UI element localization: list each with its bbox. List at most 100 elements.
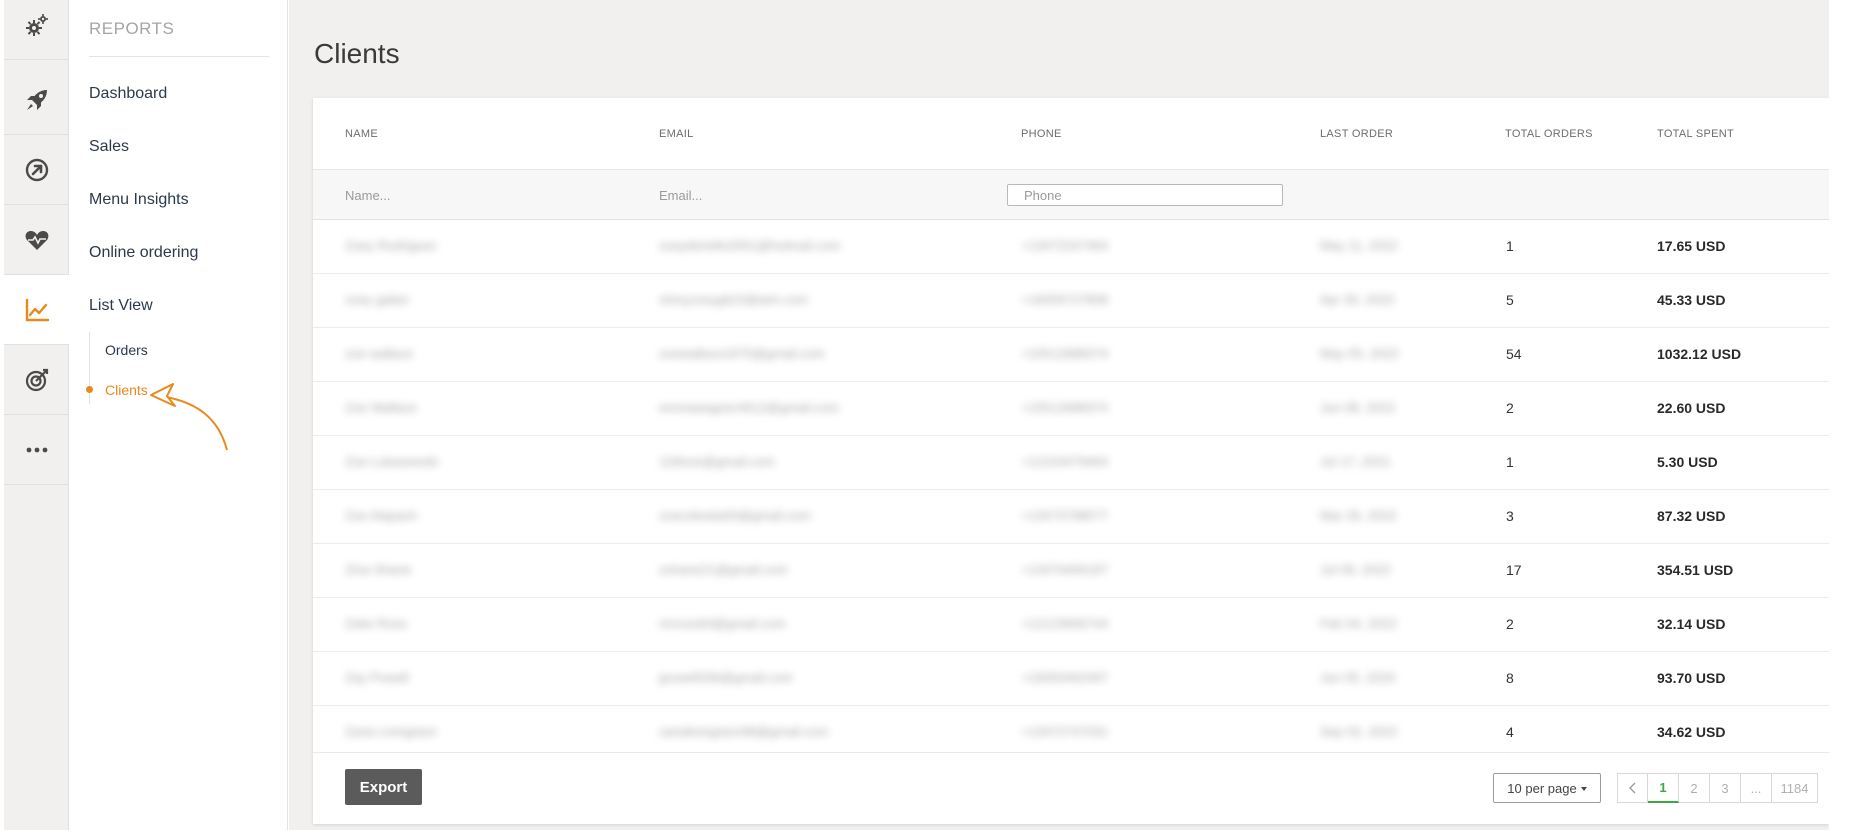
cell-total-orders: 1 bbox=[1506, 238, 1514, 254]
cell-email: jpowell336@gmail.com bbox=[659, 670, 793, 685]
prev-page-button[interactable] bbox=[1617, 773, 1648, 803]
icon-rail bbox=[4, 0, 69, 830]
cell-email: mrross64@gmail.com bbox=[659, 616, 786, 631]
cell-last-order: Apr 30, 2022 bbox=[1320, 292, 1395, 307]
cell-last-order: May 11, 2022 bbox=[1320, 238, 1398, 253]
phone-filter-input[interactable] bbox=[1007, 184, 1283, 206]
cell-total-spent: 354.51 USD bbox=[1657, 562, 1734, 578]
window-bottom-edge bbox=[0, 830, 1849, 837]
rail-item-settings[interactable] bbox=[4, 0, 69, 60]
table-row[interactable]: Zay Powell jpowell336@gmail.com +1609346… bbox=[313, 652, 1829, 706]
page-button-1[interactable]: 1 bbox=[1648, 773, 1679, 803]
cell-last-order: Mar 26, 2022 bbox=[1320, 508, 1397, 523]
cell-total-orders: 2 bbox=[1506, 616, 1514, 632]
nav-link-list-view[interactable]: List View bbox=[89, 297, 153, 315]
nav-link-sales[interactable]: Sales bbox=[89, 138, 129, 156]
cell-last-order: Sep 02, 2022 bbox=[1320, 724, 1398, 739]
rail-item-reports[interactable] bbox=[4, 275, 69, 345]
page-button-2[interactable]: 2 bbox=[1679, 773, 1710, 803]
nav-link-online-ordering[interactable]: Online ordering bbox=[89, 244, 198, 262]
table-row[interactable]: zoey gaber shinyzoeygb23@aim.com +160597… bbox=[313, 274, 1829, 328]
table-row[interactable]: Zeke Ross mrross64@gmail.com +1212360674… bbox=[313, 598, 1829, 652]
per-page-select[interactable]: 10 per page bbox=[1493, 773, 1601, 803]
cell-phone: +13472247464 bbox=[1021, 238, 1109, 253]
cell-email: zshane21@gmail.com bbox=[659, 562, 788, 577]
page-button-last[interactable]: 1184 bbox=[1772, 773, 1818, 803]
target-icon bbox=[25, 368, 48, 391]
nav-link-menu-insights[interactable]: Menu Insights bbox=[89, 191, 189, 209]
subnav-divider bbox=[89, 56, 269, 57]
cell-total-spent: 5.30 USD bbox=[1657, 454, 1718, 470]
page-button-3[interactable]: 3 bbox=[1710, 773, 1741, 803]
table-footer: Export 10 per page 1 2 3 ... 1184 bbox=[313, 752, 1829, 824]
cell-email: zoewallace1975@gmail.com bbox=[659, 346, 825, 361]
cell-total-spent: 45.33 USD bbox=[1657, 292, 1726, 308]
cell-email: zoeyderiello2001@hotmail.com bbox=[659, 238, 841, 253]
cell-total-orders: 17 bbox=[1506, 562, 1522, 578]
cell-name: zoe wallace bbox=[345, 346, 413, 361]
pagination: 1 2 3 ... 1184 bbox=[1617, 773, 1818, 803]
cell-phone: +13476406187 bbox=[1021, 562, 1109, 577]
cell-phone: +15512688374 bbox=[1021, 346, 1109, 361]
subnav-section-title: REPORTS bbox=[89, 19, 175, 38]
table-row[interactable]: Zoe Alapach zoecelestia00@gmail.com +134… bbox=[313, 490, 1829, 544]
table-row[interactable]: zoe wallace zoewallace1975@gmail.com +15… bbox=[313, 328, 1829, 382]
export-button[interactable]: Export bbox=[345, 769, 422, 805]
name-filter-input[interactable] bbox=[343, 184, 603, 206]
column-header-last-order[interactable]: LAST ORDER bbox=[1320, 128, 1393, 140]
cell-name: Zay Powell bbox=[345, 670, 409, 685]
cell-email: zarialivingston98@gmail.com bbox=[659, 724, 829, 739]
cell-email: zoecelestia00@gmail.com bbox=[659, 508, 811, 523]
cell-phone: +15512688374 bbox=[1021, 400, 1109, 415]
rail-item-goals[interactable] bbox=[4, 345, 69, 415]
table-row[interactable]: Zina Shane zshane21@gmail.com +134764061… bbox=[313, 544, 1829, 598]
rail-item-launch[interactable] bbox=[4, 65, 69, 135]
cell-total-orders: 8 bbox=[1506, 670, 1514, 686]
column-header-total-spent[interactable]: TOTAL SPENT bbox=[1657, 128, 1734, 140]
table-body: Zoey Rodriguez zoeyderiello2001@hotmail.… bbox=[313, 220, 1829, 752]
cell-total-orders: 5 bbox=[1506, 292, 1514, 308]
column-header-total-orders[interactable]: TOTAL ORDERS bbox=[1505, 128, 1593, 140]
cell-email: emmawagner4612@gmail.com bbox=[659, 400, 840, 415]
rail-item-more[interactable] bbox=[4, 415, 69, 485]
cell-name: Zoe Wallace bbox=[345, 400, 417, 415]
cell-name: Zoey Rodriguez bbox=[345, 238, 437, 253]
column-header-phone[interactable]: PHONE bbox=[1021, 128, 1062, 140]
cell-total-spent: 32.14 USD bbox=[1657, 616, 1726, 632]
rocket-icon bbox=[26, 89, 47, 110]
rail-item-marketing[interactable] bbox=[4, 135, 69, 205]
cell-phone: +16093462497 bbox=[1021, 670, 1109, 685]
column-header-name[interactable]: NAME bbox=[345, 128, 378, 140]
cell-total-orders: 54 bbox=[1506, 346, 1522, 362]
filter-row bbox=[313, 170, 1829, 220]
nav-sublink-orders[interactable]: Orders bbox=[105, 342, 148, 358]
cell-total-spent: 87.32 USD bbox=[1657, 508, 1726, 524]
table-row[interactable]: Zaria Livingston zarialivingston98@gmail… bbox=[313, 706, 1829, 752]
cell-phone: +16059727808 bbox=[1021, 292, 1109, 307]
cell-total-spent: 17.65 USD bbox=[1657, 238, 1726, 254]
cell-phone: +12103479464 bbox=[1021, 454, 1109, 469]
cell-name: Zaria Livingston bbox=[345, 724, 437, 739]
cell-email: shinyzoeygb23@aim.com bbox=[659, 292, 809, 307]
table-row[interactable]: Zoe Lukasewski 11lilzoe@gmail.com +12103… bbox=[313, 436, 1829, 490]
table-header: NAME EMAIL PHONE LAST ORDER TOTAL ORDERS… bbox=[313, 98, 1829, 170]
cell-email: 11lilzoe@gmail.com bbox=[659, 454, 775, 469]
table-row[interactable]: Zoe Wallace emmawagner4612@gmail.com +15… bbox=[313, 382, 1829, 436]
cell-name: Zeke Ross bbox=[345, 616, 408, 631]
nav-sublink-clients[interactable]: Clients bbox=[105, 382, 148, 398]
compass-arrow-icon bbox=[25, 158, 48, 181]
cell-total-spent: 34.62 USD bbox=[1657, 724, 1726, 740]
email-filter-input[interactable] bbox=[657, 184, 957, 206]
table-row[interactable]: Zoey Rodriguez zoeyderiello2001@hotmail.… bbox=[313, 220, 1829, 274]
nav-link-dashboard[interactable]: Dashboard bbox=[89, 85, 167, 103]
page-title: Clients bbox=[314, 38, 400, 69]
caret-down-icon bbox=[1580, 787, 1587, 791]
chevron-left-icon bbox=[1628, 782, 1635, 794]
column-header-email[interactable]: EMAIL bbox=[659, 128, 694, 140]
cell-last-order: Jun 08, 2022 bbox=[1320, 400, 1396, 415]
rail-item-health[interactable] bbox=[4, 205, 69, 275]
cell-total-spent: 93.70 USD bbox=[1657, 670, 1726, 686]
more-dots-icon bbox=[26, 447, 47, 452]
main-content: Clients NAME EMAIL PHONE LAST ORDER TOTA… bbox=[289, 0, 1829, 830]
cell-total-orders: 1 bbox=[1506, 454, 1514, 470]
